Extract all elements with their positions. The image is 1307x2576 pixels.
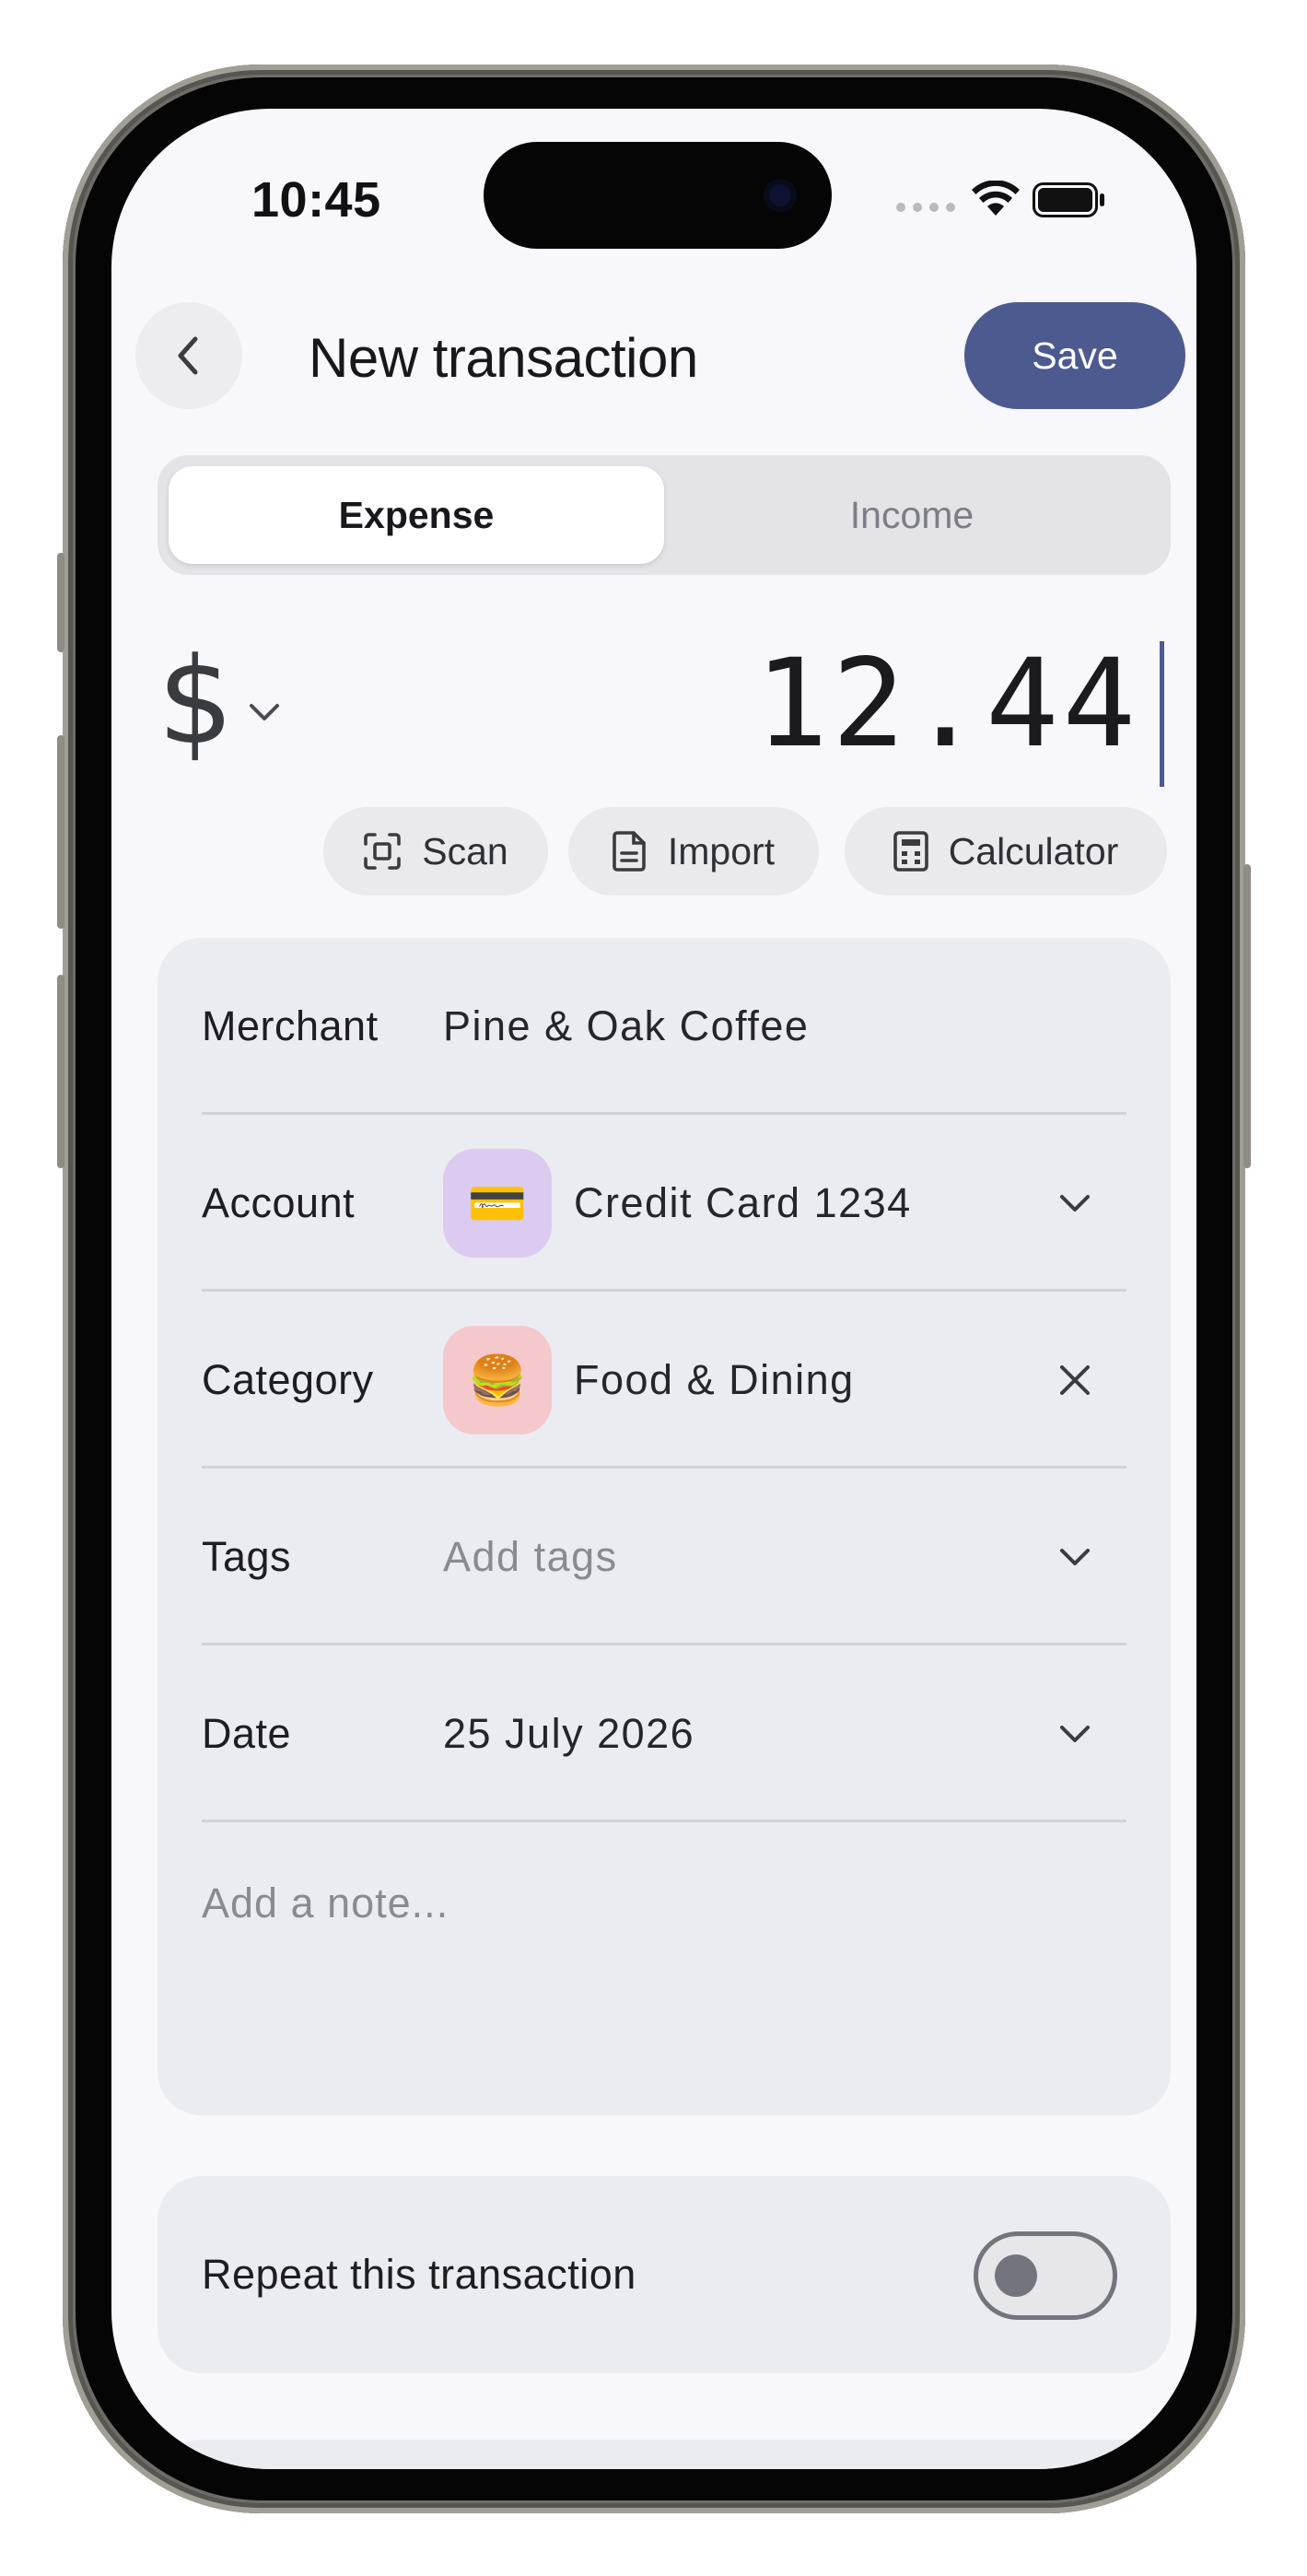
- transaction-details-card: Merchant Pine & Oak Coffee Account 💳 Cre…: [158, 938, 1171, 2115]
- dynamic-island: [484, 142, 832, 249]
- category-row[interactable]: Category 🍔 Food & Dining: [202, 1292, 1126, 1469]
- credit-card-icon: 💳: [443, 1149, 552, 1258]
- chevron-down-icon: [1060, 1195, 1090, 1212]
- calculator-icon: [893, 831, 928, 872]
- scan-icon: [364, 833, 402, 870]
- chevron-left-icon: [178, 336, 198, 375]
- app-screen: 10:45 New transaction Save Expense Incom…: [111, 109, 1196, 2469]
- import-label: Import: [667, 829, 776, 872]
- page-title: New transaction: [309, 327, 698, 389]
- category-value[interactable]: Food & Dining: [574, 1292, 855, 1469]
- close-icon: [1060, 1365, 1090, 1395]
- tab-income[interactable]: Income: [664, 466, 1160, 564]
- burger-icon: 🍔: [443, 1326, 552, 1434]
- scan-button[interactable]: Scan: [323, 807, 548, 896]
- tags-row[interactable]: Tags Add tags: [202, 1469, 1126, 1645]
- transaction-type-toggle: Expense Income: [158, 455, 1171, 575]
- chevron-down-icon: [1060, 1726, 1090, 1742]
- account-row[interactable]: Account 💳 Credit Card 1234: [202, 1115, 1126, 1292]
- side-button-volume-down: [57, 975, 64, 1168]
- note-input[interactable]: Add a note...: [202, 1879, 449, 1927]
- back-button[interactable]: [135, 302, 242, 409]
- date-value[interactable]: 25 July 2026: [443, 1645, 694, 1822]
- wifi-icon: [972, 181, 1020, 216]
- account-label: Account: [202, 1179, 356, 1226]
- chevron-down-icon: [1060, 1549, 1090, 1565]
- merchant-label: Merchant: [202, 1002, 379, 1049]
- account-dropdown-button[interactable]: [1049, 1177, 1101, 1229]
- date-label: Date: [202, 1710, 292, 1757]
- tags-label: Tags: [202, 1533, 292, 1580]
- tab-expense[interactable]: Expense: [169, 466, 664, 564]
- save-button[interactable]: Save: [964, 302, 1185, 409]
- scan-label: Scan: [422, 829, 508, 872]
- next-section-card: [158, 2440, 1171, 2469]
- merchant-value[interactable]: Pine & Oak Coffee: [443, 938, 809, 1115]
- repeat-toggle[interactable]: [974, 2231, 1117, 2320]
- tags-dropdown-button[interactable]: [1049, 1531, 1101, 1583]
- document-icon: [613, 831, 646, 872]
- currency-selector[interactable]: $: [158, 641, 234, 761]
- repeat-transaction-card: Repeat this transaction: [158, 2176, 1171, 2373]
- date-row[interactable]: Date 25 July 2026: [202, 1645, 1126, 1822]
- tags-input[interactable]: Add tags: [443, 1469, 618, 1645]
- date-dropdown-button[interactable]: [1049, 1708, 1101, 1760]
- calculator-button[interactable]: Calculator: [845, 807, 1167, 896]
- front-camera: [764, 179, 797, 212]
- text-cursor: [1160, 641, 1164, 787]
- status-time: 10:45: [251, 172, 381, 228]
- merchant-row[interactable]: Merchant Pine & Oak Coffee: [202, 938, 1126, 1115]
- clear-category-button[interactable]: [1049, 1354, 1101, 1406]
- side-button-volume-up: [57, 735, 64, 929]
- side-button-power: [1243, 864, 1251, 1168]
- import-button[interactable]: Import: [568, 807, 819, 896]
- calculator-label: Calculator: [948, 829, 1119, 872]
- toggle-knob: [995, 2254, 1037, 2297]
- repeat-label: Repeat this transaction: [202, 2251, 636, 2298]
- battery-icon: [1033, 182, 1104, 217]
- account-value[interactable]: Credit Card 1234: [574, 1115, 912, 1292]
- amount-input[interactable]: 12.44: [755, 643, 1139, 765]
- chevron-down-icon[interactable]: [246, 700, 283, 724]
- cellular-signal-icon: [896, 203, 955, 212]
- side-button-silent: [57, 553, 64, 652]
- category-label: Category: [202, 1356, 374, 1403]
